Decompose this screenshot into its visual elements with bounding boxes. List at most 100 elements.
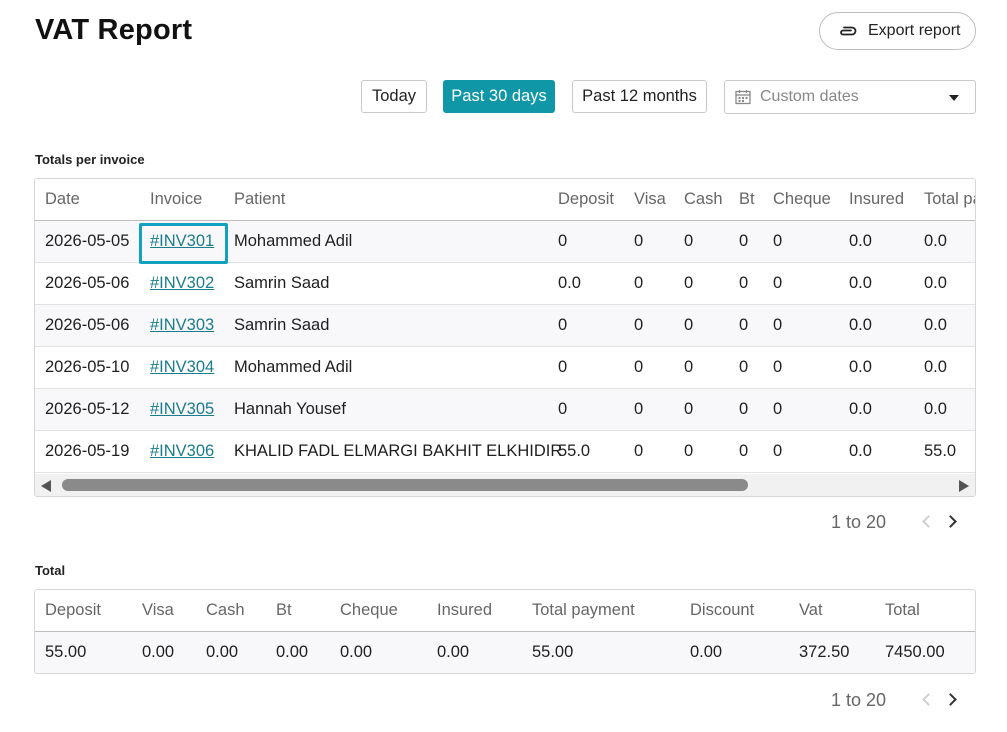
table-cell: 0.0 <box>924 400 947 418</box>
column-header-visa[interactable]: Visa <box>142 590 174 631</box>
column-header-vat[interactable]: Vat <box>799 590 823 631</box>
scrollbar-thumb[interactable] <box>62 479 748 491</box>
chevron-left-icon[interactable] <box>922 515 935 528</box>
table-cell: 0 <box>773 442 783 460</box>
table-cell: 0 <box>684 358 694 376</box>
table-cell: 0.0 <box>849 274 872 292</box>
column-header-cash[interactable]: Cash <box>206 590 245 631</box>
table-cell: 0 <box>558 232 568 250</box>
totals-page-range: 1 to 20 <box>831 689 887 710</box>
column-header-bt[interactable]: Bt <box>739 179 755 220</box>
table-cell: 0.00 <box>276 643 309 661</box>
export-report-button[interactable]: Export report <box>819 12 976 50</box>
calendar-icon <box>735 90 751 105</box>
table-cell: Samrin Saad <box>234 316 330 334</box>
column-header-total[interactable]: Total <box>885 590 920 631</box>
column-header-insured[interactable]: Insured <box>437 590 492 631</box>
column-header-invoice[interactable]: Invoice <box>150 179 202 220</box>
horizontal-scrollbar[interactable] <box>35 474 975 496</box>
invoice-link[interactable]: #INV302 <box>150 263 214 304</box>
table-cell: Hannah Yousef <box>234 400 346 418</box>
table-cell: 0 <box>634 232 644 250</box>
table-cell: Mohammed Adil <box>234 232 353 250</box>
scroll-left-icon[interactable] <box>41 480 51 492</box>
table-cell: 0.0 <box>849 442 872 460</box>
table-cell: 0.00 <box>340 643 373 661</box>
export-report-label: Export report <box>868 22 961 39</box>
table-cell: 0 <box>684 274 694 292</box>
chevron-left-icon[interactable] <box>922 693 935 706</box>
chevron-right-icon[interactable] <box>944 693 957 706</box>
table-cell: 2026-05-19 <box>45 442 130 460</box>
table-row[interactable]: 2026-05-19 #INV306 KHALID FADL ELMARGI BAK… <box>35 431 975 473</box>
custom-dates-select[interactable]: Custom dates <box>724 80 976 114</box>
invoice-link[interactable]: #INV305 <box>150 389 214 430</box>
column-header-deposit[interactable]: Deposit <box>45 590 101 631</box>
table-cell: 0 <box>739 358 749 376</box>
column-header-bt[interactable]: Bt <box>276 590 292 631</box>
table-cell: 2026-05-05 <box>45 232 130 250</box>
table-cell: 0 <box>773 316 783 334</box>
table-cell: 0.00 <box>437 643 470 661</box>
invoice-link[interactable]: #INV303 <box>150 305 214 346</box>
table-row[interactable]: 2026-05-10 #INV304 Mohammed Adil 0 0 0 0 0 0.0 0.… <box>35 347 975 389</box>
table-cell: 0.0 <box>849 232 872 250</box>
invoice-pagination: 1 to 20 <box>831 511 971 533</box>
invoice-table-header: Date Invoice Patient Deposit Visa Cash Bt Chequ… <box>35 179 975 221</box>
table-cell: 0 <box>558 400 568 418</box>
table-row[interactable]: 2026-05-06 #INV302 Samrin Saad 0.0 0 0 0 0 0.0 0.… <box>35 263 975 305</box>
column-header-discount[interactable]: Discount <box>690 590 754 631</box>
invoice-link[interactable]: #INV301 <box>150 221 214 262</box>
table-cell: 0 <box>773 400 783 418</box>
table-cell: KHALID FADL ELMARGI BAKHIT ELKHIDIR <box>234 442 563 460</box>
table-cell: 0 <box>634 316 644 334</box>
table-cell: 0 <box>684 442 694 460</box>
custom-dates-placeholder: Custom dates <box>760 88 859 105</box>
column-header-total-pa[interactable]: Total pa <box>924 179 975 220</box>
column-header-cheque[interactable]: Cheque <box>773 179 831 220</box>
column-header-cheque[interactable]: Cheque <box>340 590 398 631</box>
table-cell: 2026-05-12 <box>45 400 130 418</box>
past-30-days-button[interactable]: Past 30 days <box>443 80 555 113</box>
paperclip-icon <box>840 26 857 36</box>
invoice-table: Date Invoice Patient Deposit Visa Cash Bt Chequ… <box>34 178 976 497</box>
column-header-total-payment[interactable]: Total payment <box>532 590 635 631</box>
table-cell: 0.0 <box>924 316 947 334</box>
table-cell: 372.50 <box>799 643 850 661</box>
table-cell: 0 <box>558 358 568 376</box>
column-header-visa[interactable]: Visa <box>634 179 666 220</box>
column-header-date[interactable]: Date <box>45 179 80 220</box>
totals-table-header: Deposit Visa Cash Bt Cheque Insured Total paym… <box>35 590 975 632</box>
invoice-link[interactable]: #INV304 <box>150 347 214 388</box>
today-button[interactable]: Today <box>361 80 427 113</box>
table-row[interactable]: 2026-05-12 #INV305 Hannah Yousef 0 0 0 0 0 0.0 0.… <box>35 389 975 431</box>
column-header-cash[interactable]: Cash <box>684 179 723 220</box>
table-cell: 0.0 <box>924 358 947 376</box>
chevron-right-icon[interactable] <box>944 515 957 528</box>
table-cell: 0 <box>558 316 568 334</box>
table-cell: 0.00 <box>690 643 723 661</box>
column-header-insured[interactable]: Insured <box>849 179 904 220</box>
column-header-patient[interactable]: Patient <box>234 179 285 220</box>
table-cell: 0.0 <box>558 274 581 292</box>
table-cell: 55.00 <box>45 643 87 661</box>
table-cell: 55.00 <box>532 643 574 661</box>
invoice-link[interactable]: #INV306 <box>150 431 214 472</box>
column-header-deposit[interactable]: Deposit <box>558 179 614 220</box>
table-cell: 0 <box>739 232 749 250</box>
table-row[interactable]: 55.00 0.00 0.00 0.00 0.00 0.00 55.00 0.00 372.50… <box>35 632 975 673</box>
table-cell: 0 <box>634 274 644 292</box>
table-row[interactable]: 2026-05-06 #INV303 Samrin Saad 0 0 0 0 0 0.0 0.0 <box>35 305 975 347</box>
caret-down-icon <box>949 95 959 101</box>
table-cell: 0 <box>634 400 644 418</box>
table-cell: 0.0 <box>849 358 872 376</box>
table-cell: 0 <box>634 358 644 376</box>
table-cell: 0 <box>684 400 694 418</box>
past-12-months-button[interactable]: Past 12 months <box>572 80 707 113</box>
table-cell: 0.00 <box>206 643 239 661</box>
table-cell: 55.0 <box>924 442 957 460</box>
table-row[interactable]: 2026-05-05 #INV301 Mohammed Adil 0 0 0 0 0 0.0 0.… <box>35 221 975 263</box>
scroll-right-icon[interactable] <box>959 480 969 492</box>
table-cell: 0 <box>739 400 749 418</box>
totals-pagination: 1 to 20 <box>831 689 971 711</box>
